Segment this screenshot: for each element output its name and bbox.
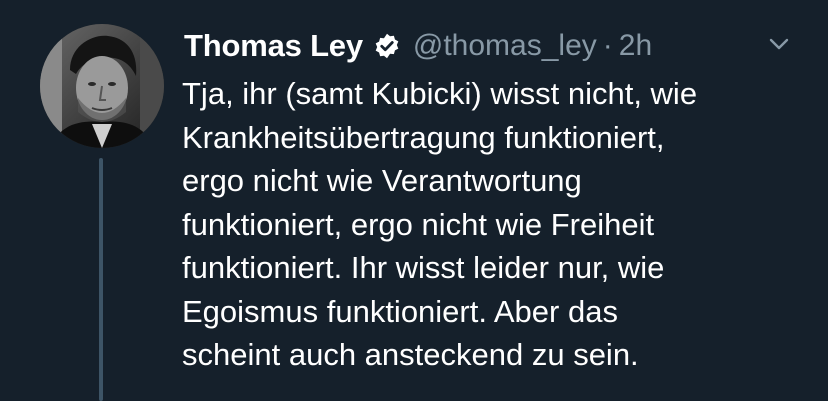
tweet-text-line: Egoismus funktioniert. Aber das (182, 293, 618, 329)
tweet-text-line: Tja, ihr (samt Kubicki) wisst nicht, wie (182, 76, 698, 111)
display-name[interactable]: Thomas Ley (184, 28, 363, 64)
tweet-text-line: ergo nicht wie Verantwortung (182, 163, 582, 198)
chevron-down-icon[interactable] (764, 32, 794, 56)
tweet-text: Tja, ihr (samt Kubicki) wisst nicht, wie… (182, 72, 812, 377)
tweet-header: Thomas Ley @thomas_ley · 2h (184, 24, 652, 68)
avatar-image (40, 24, 164, 148)
avatar[interactable] (40, 24, 164, 148)
separator-dot: · (602, 29, 613, 62)
thread-line (99, 158, 103, 401)
timestamp[interactable]: 2h (619, 29, 652, 63)
tweet[interactable]: Thomas Ley @thomas_ley · 2h Tja, ihr (sa… (0, 0, 828, 401)
tweet-text-line: funktioniert. Ihr wisst leider nur, wie (182, 250, 665, 285)
tweet-text-line: scheint auch ansteckend zu sein. (182, 337, 639, 372)
tweet-text-line: Krankheitsübertragung funktioniert, (182, 119, 665, 155)
author-handle[interactable]: @thomas_ley (413, 29, 597, 63)
verified-badge-icon (373, 32, 401, 60)
tweet-text-line: funktioniert, ergo nicht wie Freiheit (182, 206, 655, 242)
